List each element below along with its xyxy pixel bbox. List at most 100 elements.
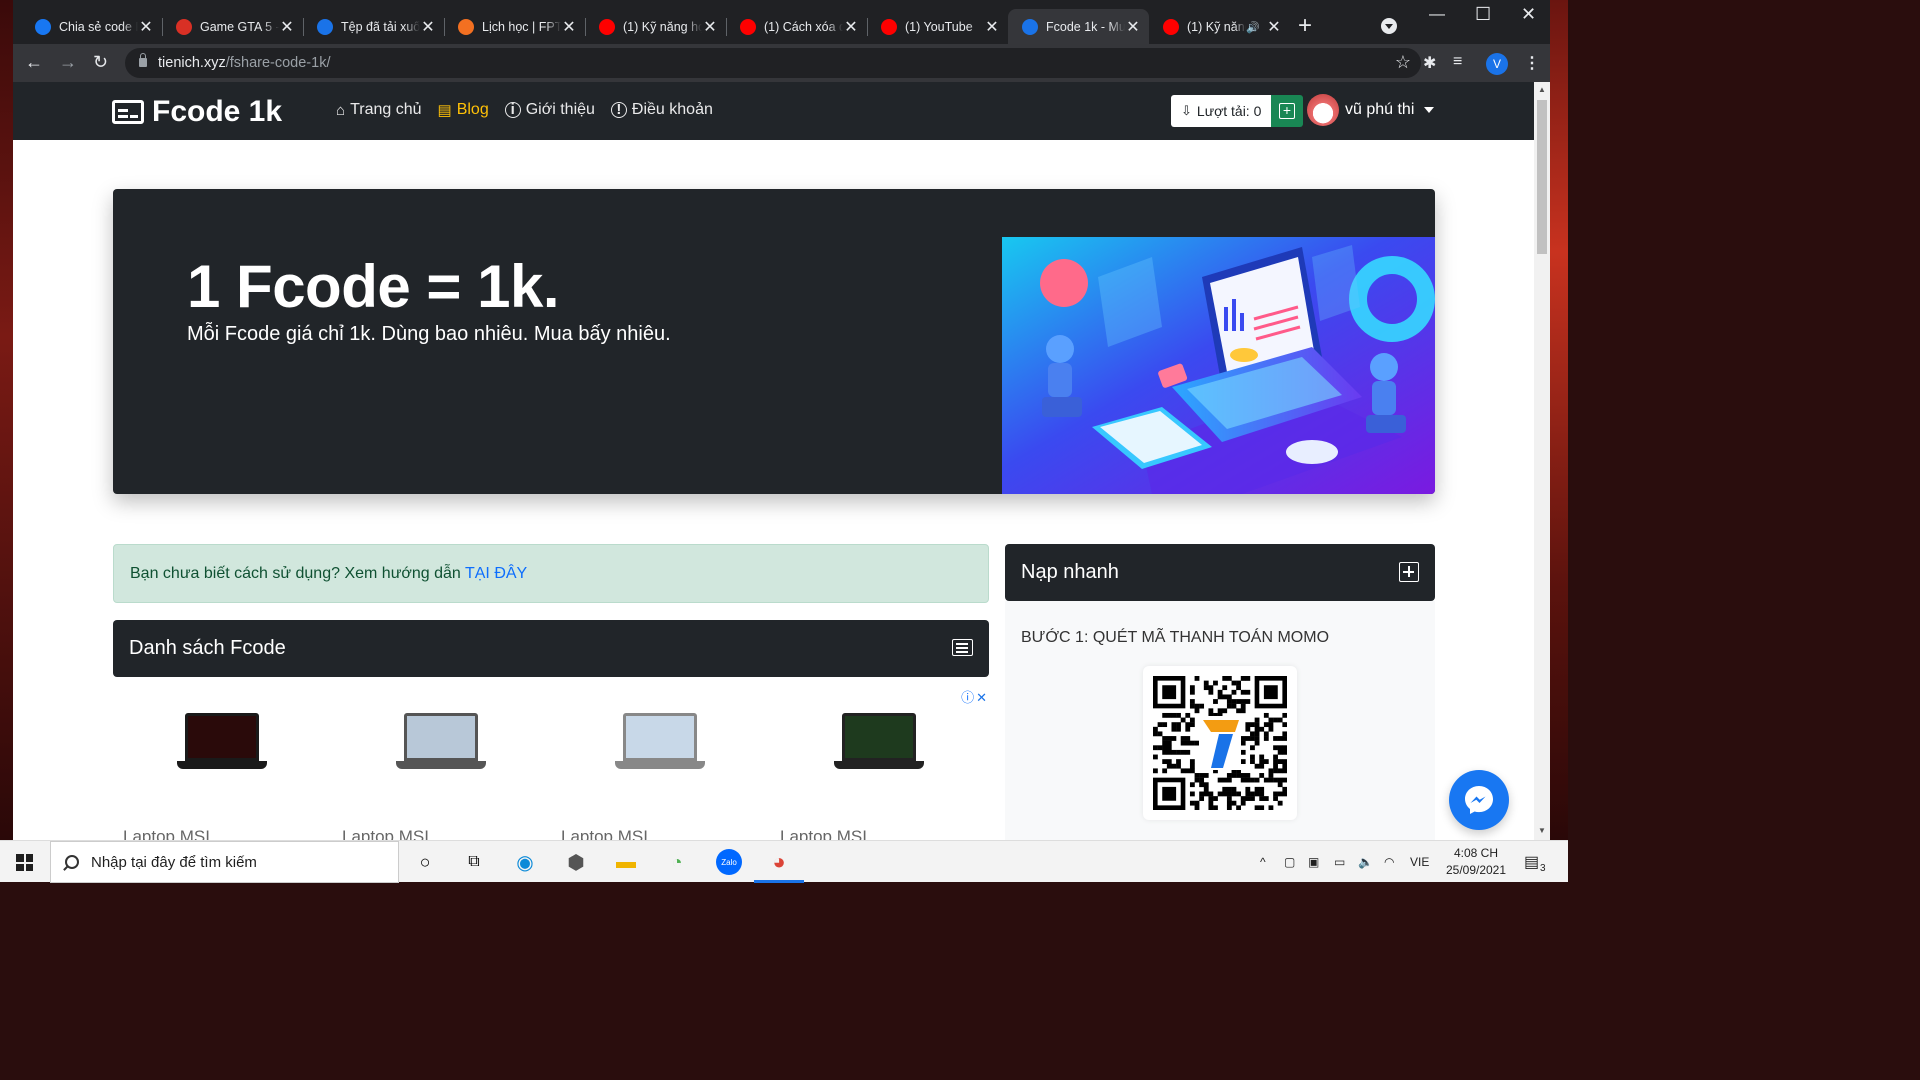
browser-tab[interactable]: (1) YouTube ✕ (867, 9, 1008, 45)
media-control-icon[interactable]: ≡ (1453, 53, 1462, 71)
browser-toolbar: ← → ↻ tienich.xyz/fshare-code-1k/ ☆ ✱ ≡ … (13, 44, 1550, 82)
volume-icon[interactable]: 🔈 (1358, 855, 1373, 869)
laptop-image[interactable] (177, 713, 267, 769)
browser-tab[interactable]: Chia sẻ code F ✕ (21, 9, 162, 45)
qr-code-icon (1153, 676, 1287, 810)
security-icon[interactable]: ▣ (1308, 855, 1319, 869)
browser-tab[interactable]: Lịch học | FPT ✕ (444, 9, 585, 45)
laptop-image[interactable] (834, 713, 924, 769)
browser-tab[interactable]: Fcode 1k - Mu ✕ (1008, 9, 1149, 45)
browser-tab[interactable]: Tệp đã tải xuống✕ (303, 9, 444, 45)
minimize-icon[interactable]: — (1429, 6, 1445, 24)
browser-tab[interactable]: (1) Kỹ năng 🔊 ✕ (1149, 9, 1290, 45)
nav-link[interactable]: ⌂ Trang chủ (336, 101, 422, 119)
edge-icon[interactable]: ◉ (512, 849, 538, 875)
close-tab-icon[interactable]: ✕ (138, 17, 154, 37)
desktop-background-left (0, 0, 13, 840)
show-hidden-icons[interactable]: ^ (1260, 855, 1266, 869)
fcode-list-title: Danh sách Fcode (129, 637, 286, 659)
quick-topup-title: Nạp nhanh (1021, 561, 1119, 583)
scrollbar-thumb[interactable] (1537, 100, 1547, 254)
close-icon[interactable]: ✕ (976, 690, 987, 705)
downloads-counter-button[interactable]: ⇩ Lượt tải: 0 (1171, 95, 1271, 127)
windows-start-icon[interactable] (16, 854, 33, 871)
device-icon[interactable]: ▢ (1284, 855, 1295, 869)
credit-card-icon (112, 100, 144, 124)
quick-topup-header: Nạp nhanh (1005, 544, 1435, 601)
fpt-icon (458, 19, 474, 35)
page-scrollbar[interactable]: ▲ ▼ (1534, 82, 1550, 840)
task-view-icon[interactable]: ⧉ (461, 849, 487, 875)
hero-title: 1 Fcode = 1k. (187, 253, 560, 320)
browser-tab[interactable]: Game GTA 5 - ✕ (162, 9, 303, 45)
app-cube-icon[interactable]: ⬢ (563, 849, 589, 875)
lock-icon[interactable] (139, 53, 147, 67)
nav-link-label: Trang chủ (350, 101, 422, 118)
youtube-icon (881, 19, 897, 35)
maximize-icon[interactable]: ☐ (1475, 4, 1491, 25)
plus-square-icon: + (1279, 103, 1295, 119)
fcode-list-header: Danh sách Fcode (113, 620, 989, 677)
forward-icon[interactable]: → (59, 52, 77, 72)
close-tab-icon[interactable]: ✕ (1266, 17, 1282, 37)
notifications-icon[interactable]: ▤ (1524, 852, 1539, 872)
coc-coc-icon[interactable]: ◔ (664, 849, 690, 875)
product-name[interactable]: Laptop MSI (780, 827, 867, 840)
nav-link[interactable]: ▤ Blog (438, 101, 489, 119)
momo-qr-code (1143, 666, 1297, 820)
guide-link[interactable]: TẠI ĐÂY (465, 565, 527, 582)
reload-icon[interactable]: ↻ (93, 52, 108, 72)
scroll-down-icon[interactable]: ▼ (1538, 826, 1546, 835)
taskbar-search[interactable]: Nhập tại đây để tìm kiếm (50, 841, 399, 883)
nav-link[interactable]: ! Điều khoản (610, 101, 713, 119)
ad-banner: ⓘ ✕ Laptop MSI Laptop MSI Laptop MSI Laptop … (113, 685, 989, 840)
zalo-icon[interactable]: Zalo (716, 849, 742, 875)
extensions-icon[interactable]: ✱ (1423, 53, 1436, 73)
language-indicator[interactable]: VIE (1410, 855, 1429, 869)
file-explorer-icon[interactable]: ▬ (613, 849, 639, 875)
browser-tab[interactable]: (1) Kỹ năng họ ✕ (585, 9, 726, 45)
speaker-icon[interactable]: 🔊 (1246, 21, 1260, 34)
nav-link[interactable]: i Giới thiệu (504, 101, 595, 119)
laptop-image[interactable] (615, 713, 705, 769)
cortana-icon[interactable]: ○ (412, 849, 438, 875)
tab-search-icon[interactable] (1381, 18, 1397, 34)
product-name[interactable]: Laptop MSI (561, 827, 648, 840)
close-tab-icon[interactable]: ✕ (1125, 17, 1141, 37)
search-icon (65, 855, 79, 869)
ad-choices-badge[interactable]: ⓘ ✕ (961, 687, 987, 706)
messenger-chat-button[interactable] (1449, 770, 1509, 830)
product-name[interactable]: Laptop MSI (123, 827, 210, 840)
add-credit-button[interactable]: + (1271, 95, 1303, 127)
brand-logo[interactable]: Fcode 1k (112, 95, 282, 129)
wifi-icon[interactable]: ◠ (1384, 855, 1394, 869)
close-tab-icon[interactable]: ✕ (984, 17, 1000, 37)
chrome-icon[interactable]: ◕ (766, 849, 792, 875)
close-tab-icon[interactable]: ✕ (279, 17, 295, 37)
info-icon[interactable]: ⓘ (961, 690, 974, 705)
plus-square-icon[interactable] (1399, 562, 1419, 582)
bookmark-star-icon[interactable]: ☆ (1395, 52, 1411, 73)
list-icon[interactable] (952, 639, 973, 656)
close-tab-icon[interactable]: ✕ (843, 17, 859, 37)
close-tab-icon[interactable]: ✕ (420, 17, 436, 37)
clock[interactable]: 4:08 CH 25/09/2021 (1441, 845, 1511, 879)
address-bar[interactable]: tienich.xyz/fshare-code-1k/ ☆ (125, 48, 1421, 78)
close-window-icon[interactable]: ✕ (1521, 4, 1536, 25)
url-host: tienich.xyz (158, 55, 226, 71)
menu-kebab-icon[interactable]: ⋮ (1524, 53, 1540, 73)
browser-tab[interactable]: (1) Cách xóa d ✕ (726, 9, 867, 45)
product-name[interactable]: Laptop MSI (342, 827, 429, 840)
close-tab-icon[interactable]: ✕ (702, 17, 718, 37)
laptop-image[interactable] (396, 713, 486, 769)
back-icon[interactable]: ← (25, 52, 43, 72)
new-tab-button[interactable]: + (1298, 14, 1312, 38)
site-navbar: Fcode 1k ⌂ Trang chủ ▤ Blog i Giới thiệu ! Điều… (13, 82, 1534, 140)
tab-title: (1) Kỹ năng (1187, 20, 1247, 34)
profile-avatar[interactable]: V (1486, 53, 1508, 75)
battery-icon[interactable]: ▭ (1334, 855, 1345, 869)
user-menu[interactable]: vũ phú thi (1307, 94, 1435, 126)
desktop-background-right (1550, 0, 1568, 840)
scroll-up-icon[interactable]: ▲ (1538, 85, 1546, 94)
close-tab-icon[interactable]: ✕ (561, 17, 577, 37)
